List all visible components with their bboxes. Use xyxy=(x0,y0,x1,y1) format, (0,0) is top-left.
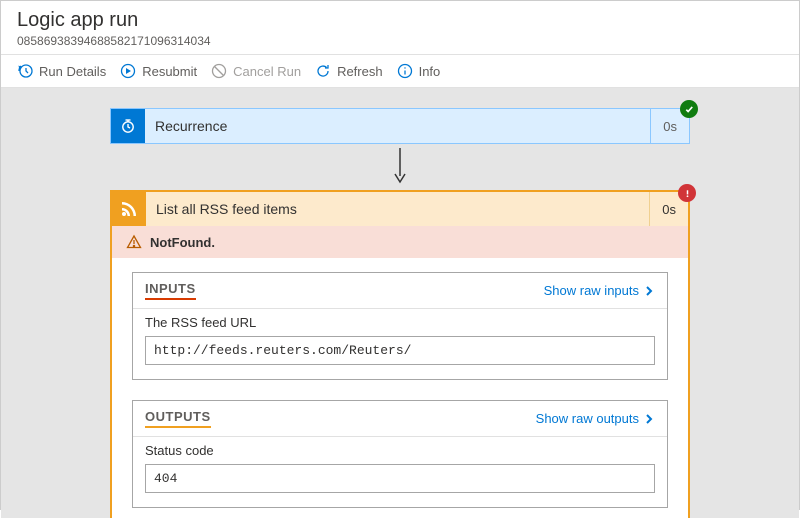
designer-canvas: Recurrence 0s List all RSS feed items 0s… xyxy=(1,88,799,518)
chevron-right-icon xyxy=(643,285,655,297)
info-icon xyxy=(397,63,413,79)
input-field-value: http://feeds.reuters.com/Reuters/ xyxy=(145,336,655,365)
clock-icon xyxy=(111,109,145,143)
info-button[interactable]: Info xyxy=(397,63,441,79)
outputs-panel: OUTPUTS Show raw outputs Status code 404 xyxy=(132,400,668,508)
cancel-icon xyxy=(211,63,227,79)
show-raw-outputs-link[interactable]: Show raw outputs xyxy=(536,411,655,426)
show-raw-inputs-link[interactable]: Show raw inputs xyxy=(544,283,655,298)
output-field-label: Status code xyxy=(145,443,655,458)
step-title: Recurrence xyxy=(145,118,650,134)
refresh-icon xyxy=(315,63,331,79)
run-details-button[interactable]: Run Details xyxy=(17,63,106,79)
chevron-right-icon xyxy=(643,413,655,425)
success-badge xyxy=(680,100,698,118)
warning-icon xyxy=(126,234,142,250)
toolbar: Run Details Resubmit Cancel Run Refresh … xyxy=(1,55,799,88)
page-header: Logic app run 08586938394688582171096314… xyxy=(1,1,799,55)
outputs-label: OUTPUTS xyxy=(145,409,211,428)
check-icon xyxy=(684,104,695,115)
refresh-button[interactable]: Refresh xyxy=(315,63,383,79)
cancel-run-button: Cancel Run xyxy=(211,63,301,79)
inputs-label: INPUTS xyxy=(145,281,196,300)
error-badge xyxy=(678,184,696,202)
inputs-panel: INPUTS Show raw inputs The RSS feed URL … xyxy=(132,272,668,380)
rss-icon xyxy=(112,192,146,226)
page-title: Logic app run xyxy=(17,9,783,32)
error-text: NotFound. xyxy=(150,235,215,250)
output-field-value: 404 xyxy=(145,464,655,493)
resubmit-button[interactable]: Resubmit xyxy=(120,63,197,79)
step-title: List all RSS feed items xyxy=(146,201,649,217)
step-recurrence[interactable]: Recurrence 0s xyxy=(110,108,690,144)
history-icon xyxy=(17,63,33,79)
connector-arrow xyxy=(1,148,799,184)
run-id: 08586938394688582171096314034 xyxy=(17,34,783,48)
input-field-label: The RSS feed URL xyxy=(145,315,655,330)
step-rss[interactable]: List all RSS feed items 0s NotFound. INP… xyxy=(110,190,690,518)
error-bar: NotFound. xyxy=(112,226,688,258)
resubmit-icon xyxy=(120,63,136,79)
exclamation-icon xyxy=(682,188,693,199)
